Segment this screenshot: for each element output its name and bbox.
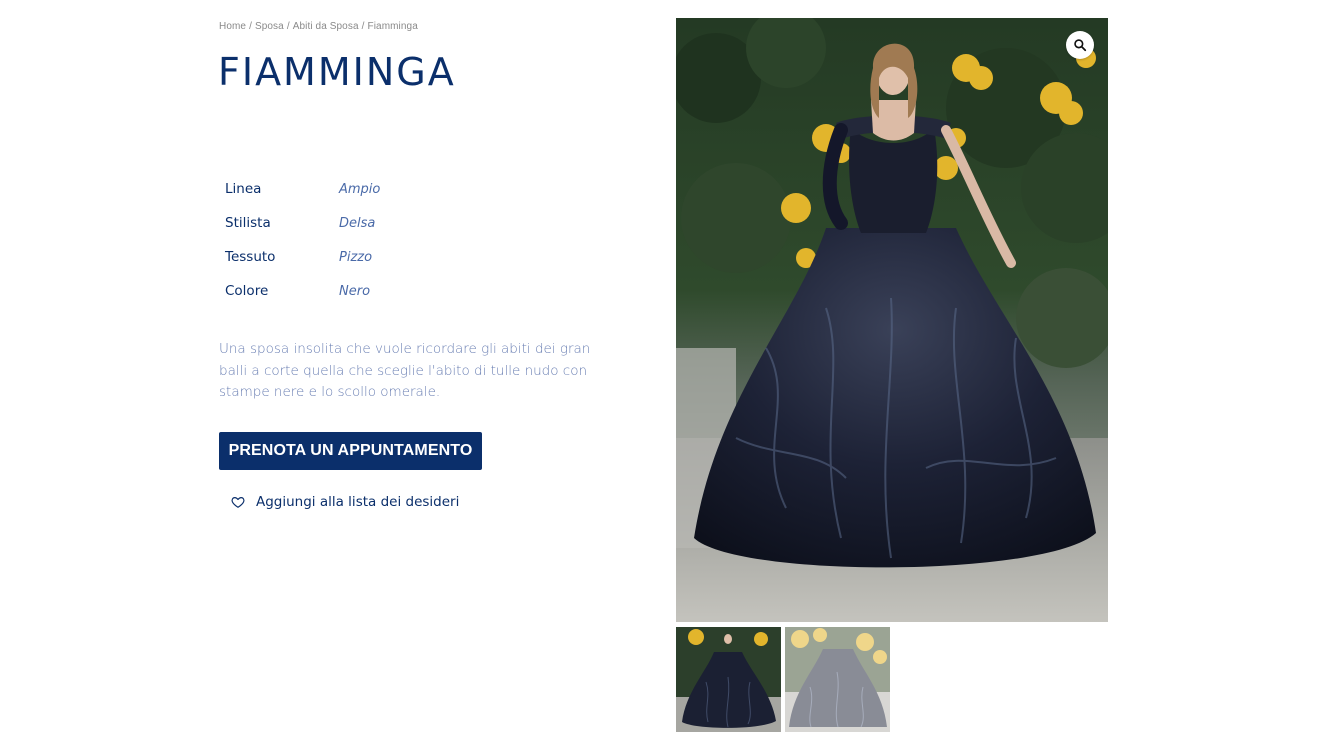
- breadcrumb-separator: /: [249, 21, 252, 32]
- product-page: Home / Sposa / Abiti da Sposa / Fiamminga FIAM…: [0, 0, 1340, 750]
- spec-label: Linea: [225, 181, 262, 197]
- heart-outline-icon: [231, 495, 245, 509]
- breadcrumb: Home / Sposa / Abiti da Sposa / Fiamminga: [219, 21, 418, 32]
- spec-value: Nero: [339, 283, 371, 299]
- spec-value: Ampio: [339, 181, 381, 197]
- wishlist-label: Aggiungi alla lista dei desideri: [256, 494, 460, 510]
- product-specs: Linea Ampio Stilista Delsa Tessuto Pizzo…: [225, 172, 525, 308]
- product-description: Una sposa insolita che vuole ricordare g…: [219, 341, 591, 400]
- zoom-button[interactable]: [1066, 31, 1094, 59]
- breadcrumb-abiti-da-sposa[interactable]: Abiti da Sposa: [293, 21, 359, 32]
- spec-value: Pizzo: [339, 249, 373, 265]
- product-title: FIAMMINGA: [218, 50, 456, 94]
- spec-value: Delsa: [339, 215, 376, 231]
- breadcrumb-sposa[interactable]: Sposa: [255, 21, 284, 32]
- spec-label: Tessuto: [225, 249, 276, 265]
- breadcrumb-separator: /: [361, 21, 365, 32]
- spec-label: Stilista: [225, 215, 271, 231]
- product-main-image[interactable]: [676, 18, 1108, 622]
- thumbnail-1[interactable]: [676, 627, 781, 732]
- spec-row-stilista: Stilista Delsa: [225, 206, 525, 240]
- breadcrumb-home[interactable]: Home: [219, 21, 246, 32]
- spec-row-linea: Linea Ampio: [225, 172, 525, 206]
- add-to-wishlist-link[interactable]: Aggiungi alla lista dei desideri: [231, 494, 459, 510]
- spec-row-colore: Colore Nero: [225, 274, 525, 308]
- spec-row-tessuto: Tessuto Pizzo: [225, 240, 525, 274]
- breadcrumb-current: Fiamminga: [367, 21, 418, 32]
- spec-label: Colore: [225, 283, 269, 299]
- breadcrumb-separator: /: [286, 21, 290, 32]
- magnifier-icon: [1073, 38, 1087, 52]
- book-appointment-button[interactable]: PRENOTA UN APPUNTAMENTO: [219, 432, 482, 470]
- thumbnail-2[interactable]: [785, 627, 890, 732]
